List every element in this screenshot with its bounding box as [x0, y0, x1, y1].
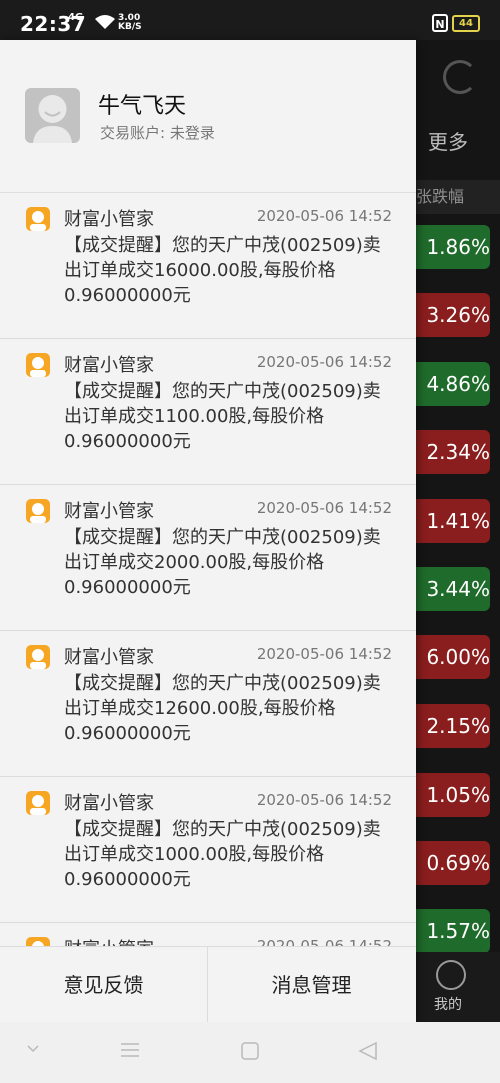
tab-mine-label: 我的 — [434, 997, 462, 1013]
change-pill: 3.26% — [416, 293, 490, 337]
change-pill: 1.57% — [416, 909, 490, 953]
change-pill: 2.34% — [416, 430, 490, 474]
change-pill: 4.86% — [416, 362, 490, 406]
username: 牛气飞天 — [98, 94, 187, 119]
message-sender: 财富小管家 — [64, 501, 154, 522]
system-nav-bar — [0, 1022, 500, 1083]
drawer-footer: 意见反馈 消息管理 — [0, 946, 416, 1023]
change-pill: 6.00% — [416, 635, 490, 679]
net-speed: 3.00 KB/S — [118, 13, 142, 32]
assistant-icon — [26, 937, 50, 946]
account-status[interactable]: 交易账户: 未登录 — [100, 122, 215, 143]
list-item[interactable]: 财富小管家 2020-05-06 14:52 【成交提醒】您的天广中茂(0025… — [0, 339, 416, 485]
change-pill: 2.15% — [416, 704, 490, 748]
assistant-icon — [26, 791, 50, 815]
message-sender: 财富小管家 — [64, 647, 154, 668]
assistant-icon — [26, 645, 50, 669]
user-icon — [436, 960, 466, 990]
list-item[interactable]: 财富小管家 2020-05-06 14:52 【成交提醒】您的天广中茂(0025… — [0, 631, 416, 777]
tab-mine[interactable]: 我的 — [416, 952, 500, 1022]
wifi-icon — [95, 15, 115, 29]
message-sender: 财富小管家 — [64, 209, 154, 230]
list-item[interactable]: 财富小管家 2020-05-06 14:52 【成交提醒】您的天广中茂(0025… — [0, 193, 416, 339]
message-sender: 财富小管家 — [64, 355, 154, 376]
change-pill: 1.41% — [416, 499, 490, 543]
change-pill: 1.05% — [416, 773, 490, 817]
message-time: 2020-05-06 14:52 — [256, 207, 392, 225]
home-square-icon[interactable] — [241, 1042, 259, 1060]
change-pill: 3.44% — [416, 567, 490, 611]
message-time: 2020-05-06 14:52 — [256, 353, 392, 371]
nfc-icon: N — [432, 14, 448, 32]
list-item[interactable]: 财富小管家 2020-05-06 14:52 【成交提醒】您的天广中茂(0025… — [0, 485, 416, 631]
avatar[interactable] — [25, 88, 80, 143]
menu-icon[interactable] — [120, 1042, 140, 1058]
message-sender: 财富小管家 — [64, 935, 154, 946]
refresh-icon[interactable] — [443, 60, 477, 94]
feedback-button[interactable]: 意见反馈 — [0, 947, 208, 1023]
message-body: 【成交提醒】您的天广中茂(002509)卖出订单成交16000.00股,每股价格… — [64, 235, 381, 306]
change-column-header: 张跌幅 — [416, 180, 500, 214]
message-time: 2020-05-06 14:52 — [256, 791, 392, 809]
side-drawer: 牛气飞天 交易账户: 未登录 财富小管家 2020-05-06 14:52 【成… — [0, 40, 416, 1023]
list-item[interactable]: 财富小管家 2020-05-06 14:52 — [0, 923, 416, 946]
message-time: 2020-05-06 14:52 — [256, 937, 392, 946]
assistant-icon — [26, 499, 50, 523]
assistant-icon — [26, 207, 50, 231]
chevron-down-icon[interactable] — [26, 1042, 40, 1056]
message-body: 【成交提醒】您的天广中茂(002509)卖出订单成交12600.00股,每股价格… — [64, 673, 381, 744]
message-sender: 财富小管家 — [64, 793, 154, 814]
message-time: 2020-05-06 14:52 — [256, 499, 392, 517]
change-pill: 1.86% — [416, 225, 490, 269]
message-list: 财富小管家 2020-05-06 14:52 【成交提醒】您的天广中茂(0025… — [0, 193, 416, 946]
background-app: 更多 张跌幅 1.86% 3.26% 4.86% 2.34% 1.41% 3.44% 6.0… — [416, 40, 500, 1022]
drawer-header: 牛气飞天 交易账户: 未登录 — [0, 40, 416, 193]
back-triangle-icon[interactable] — [358, 1042, 378, 1060]
message-time: 2020-05-06 14:52 — [256, 645, 392, 663]
battery-icon: 44 — [452, 15, 480, 32]
assistant-icon — [26, 353, 50, 377]
message-body: 【成交提醒】您的天广中茂(002509)卖出订单成交1100.00股,每股价格0… — [64, 381, 381, 452]
more-button[interactable]: 更多 — [428, 126, 468, 155]
message-body: 【成交提醒】您的天广中茂(002509)卖出订单成交2000.00股,每股价格0… — [64, 527, 381, 598]
message-manage-button[interactable]: 消息管理 — [208, 947, 415, 1023]
list-item[interactable]: 财富小管家 2020-05-06 14:52 【成交提醒】您的天广中茂(0025… — [0, 777, 416, 923]
message-body: 【成交提醒】您的天广中茂(002509)卖出订单成交1000.00股,每股价格0… — [64, 819, 381, 890]
network-type: 4G — [68, 12, 84, 23]
change-pill: 0.69% — [416, 841, 490, 885]
